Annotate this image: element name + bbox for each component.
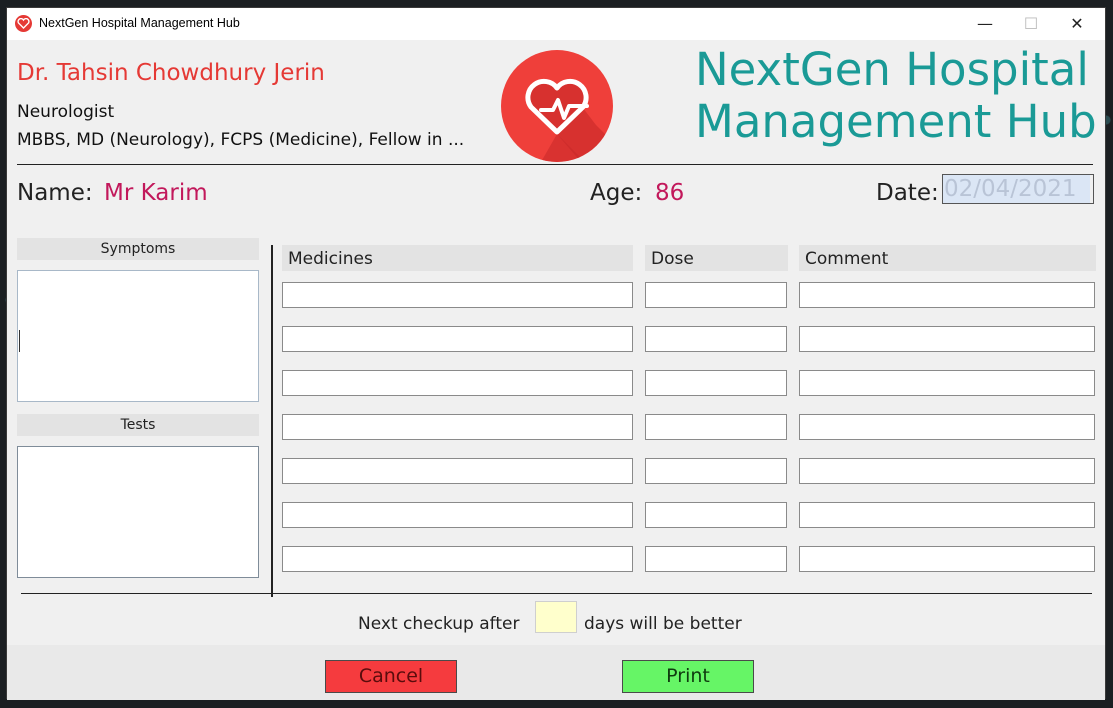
date-field[interactable] — [942, 174, 1094, 204]
comment-input[interactable] — [799, 414, 1095, 440]
maximize-button[interactable]: ☐ — [1008, 8, 1054, 40]
title-bar: NextGen Hospital Management Hub — ☐ ✕ — [7, 8, 1105, 40]
close-icon: ✕ — [1070, 14, 1084, 33]
cancel-button[interactable]: Cancel — [325, 660, 457, 693]
dose-input[interactable] — [645, 546, 787, 572]
symptoms-label: Symptoms — [17, 238, 259, 260]
dose-input[interactable] — [645, 326, 787, 352]
text-cursor — [19, 330, 20, 352]
medicine-input[interactable] — [282, 370, 633, 396]
header-divider — [17, 164, 1093, 165]
medicine-input[interactable] — [282, 326, 633, 352]
action-bar — [7, 645, 1105, 700]
hub-title: NextGen Hospital Management Hub — [695, 44, 1097, 148]
doctor-specialty: Neurologist — [17, 102, 115, 122]
app-heart-icon — [15, 15, 32, 32]
minimize-button[interactable]: — — [962, 8, 1008, 40]
medicine-input[interactable] — [282, 502, 633, 528]
tests-label: Tests — [17, 414, 259, 436]
patient-name-value: Mr Karim — [104, 180, 208, 206]
footer-divider — [21, 593, 1092, 594]
medicine-input[interactable] — [282, 282, 633, 308]
hub-title-line2: Management Hub — [695, 95, 1097, 148]
dose-input[interactable] — [645, 282, 787, 308]
date-label: Date: — [876, 180, 939, 206]
comment-input[interactable] — [799, 458, 1095, 484]
patient-age-label: Age: — [590, 180, 643, 206]
medicines-column-header: Medicines — [282, 245, 633, 271]
comment-column-header: Comment — [799, 245, 1096, 271]
patient-name-label: Name: — [17, 180, 93, 206]
dose-input[interactable] — [645, 502, 787, 528]
patient-age-value: 86 — [655, 180, 685, 206]
maximize-icon: ☐ — [1023, 14, 1039, 33]
next-checkup-suffix: days will be better — [584, 614, 742, 634]
doctor-degrees: MBBS, MD (Neurology), FCPS (Medicine), F… — [17, 130, 465, 150]
comment-input[interactable] — [799, 502, 1095, 528]
comment-input[interactable] — [799, 370, 1095, 396]
comment-input[interactable] — [799, 546, 1095, 572]
prescription-form: Dr. Tahsin Chowdhury Jerin Neurologist M… — [7, 40, 1105, 700]
section-divider — [271, 245, 273, 597]
comment-input[interactable] — [799, 326, 1095, 352]
doctor-name: Dr. Tahsin Chowdhury Jerin — [17, 60, 325, 86]
dose-column-header: Dose — [645, 245, 788, 271]
medicine-input[interactable] — [282, 546, 633, 572]
hub-title-line1: NextGen Hospital — [695, 43, 1089, 96]
tests-textarea[interactable] — [17, 446, 259, 578]
dose-input[interactable] — [645, 414, 787, 440]
app-window: NextGen Hospital Management Hub — ☐ ✕ Dr… — [6, 7, 1106, 700]
medicine-input[interactable] — [282, 414, 633, 440]
medicine-input[interactable] — [282, 458, 633, 484]
window-title: NextGen Hospital Management Hub — [39, 16, 240, 30]
minimize-icon: — — [977, 14, 993, 33]
checkup-days-input[interactable] — [535, 601, 577, 633]
dose-input[interactable] — [645, 370, 787, 396]
heart-pulse-icon — [501, 50, 613, 162]
dose-input[interactable] — [645, 458, 787, 484]
print-button[interactable]: Print — [622, 660, 754, 693]
close-button[interactable]: ✕ — [1054, 8, 1100, 40]
comment-input[interactable] — [799, 282, 1095, 308]
next-checkup-prefix: Next checkup after — [358, 614, 520, 634]
symptoms-textarea[interactable] — [17, 270, 259, 402]
